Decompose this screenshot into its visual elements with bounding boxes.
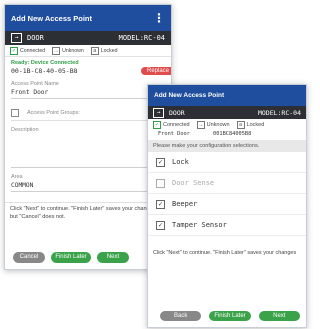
window2-titlebar: Add New Access Point — [148, 85, 306, 106]
option-tamper-sensor[interactable]: ✓ Tamper Sensor — [148, 215, 306, 236]
option-beeper[interactable]: ✓ Beeper — [148, 194, 306, 215]
device-bar-2: → DOOR MODEL:RC-04 — [148, 106, 306, 119]
groups-label: Access Point Groups: — [27, 110, 80, 116]
finish-later-button-2[interactable]: Finish Later — [209, 311, 251, 321]
door-info-row: Front Door 001BC84005B8 — [148, 130, 306, 138]
connected-icon: ✓ — [10, 46, 18, 55]
connected-icon: ✓ — [153, 120, 161, 129]
add-access-point-window-step2: Add New Access Point → DOOR MODEL:RC-04 … — [147, 84, 307, 328]
more-options-icon[interactable]: ⋮ — [153, 12, 165, 24]
unknown-icon: → — [52, 46, 61, 55]
option-lock[interactable]: ✓ Lock — [148, 152, 306, 173]
checkbox-checked-icon[interactable]: ✓ — [156, 199, 165, 209]
connected-label: Connected — [20, 47, 46, 54]
locked-label-2: Locked — [246, 121, 265, 128]
door-name: Front Door — [158, 131, 190, 137]
connected-label-2: Connected — [163, 121, 190, 128]
back-button[interactable]: Back — [160, 311, 202, 321]
device-status-row-2: ✓ Connected → Unknown a Locked — [148, 119, 306, 130]
device-model-2: MODEL:RC-04 — [257, 108, 301, 117]
window1-title: Add New Access Point — [11, 13, 92, 23]
device-model: MODEL:RC-04 — [118, 34, 165, 42]
door-icon: → — [153, 107, 164, 118]
finish-later-button[interactable]: Finish Later — [51, 252, 91, 263]
door-icon: → — [11, 33, 22, 43]
lock-icon: a — [90, 46, 99, 55]
groups-checkbox[interactable] — [11, 109, 19, 117]
access-point-name-input[interactable]: Front Door — [11, 89, 165, 99]
option-label: Tamper Sensor — [172, 221, 227, 229]
option-label: Beeper — [172, 200, 198, 208]
device-bar: → DOOR MODEL:RC-04 — [5, 31, 171, 45]
option-label: Door Sense — [172, 179, 215, 187]
window2-title: Add New Access Point — [154, 92, 225, 99]
device-status-row: ✓ Connected → Unknown a Locked — [5, 45, 171, 57]
checkbox-checked-icon[interactable]: ✓ — [156, 220, 165, 230]
area-label: Area — [11, 174, 23, 180]
checkbox-checked-icon[interactable]: ✓ — [156, 157, 165, 167]
lock-icon: a — [236, 120, 245, 129]
checkbox-unchecked-icon[interactable] — [156, 178, 165, 188]
configuration-instructions: Please make your configuration selection… — [148, 140, 306, 152]
window2-hint: Click "Next" to continue. "Finish Later"… — [153, 250, 297, 256]
options-list: ✓ Lock Door Sense ✓ Beeper ✓ Tamper Sens… — [148, 152, 306, 236]
ready-status: Ready: Device Connected — [11, 60, 79, 66]
window1-titlebar: Add New Access Point ⋮ — [5, 5, 171, 31]
description-input[interactable] — [11, 133, 165, 168]
next-button-2[interactable]: Next — [258, 311, 300, 321]
cancel-button[interactable]: Cancel — [13, 252, 45, 263]
unknown-label: Unknown — [62, 47, 84, 54]
option-door-sense[interactable]: Door Sense — [148, 173, 306, 194]
device-name-2: DOOR — [169, 108, 185, 117]
device-name: DOOR — [27, 34, 44, 42]
unknown-icon: → — [196, 120, 205, 129]
unknown-label-2: Unknown — [206, 121, 230, 128]
mac-address: 00-1B-C8-40-05-B8 — [11, 67, 78, 75]
name-field-label: Access Point Name — [11, 81, 59, 87]
area-select[interactable]: COMMON ▾ — [11, 182, 165, 192]
replace-button[interactable]: Replace — [140, 67, 171, 75]
locked-label: Locked — [100, 47, 118, 54]
door-mac: 001BC84005B8 — [213, 131, 252, 137]
next-button[interactable]: Next — [97, 252, 129, 263]
groups-row[interactable]: Access Point Groups: 0 ⌄ — [11, 109, 165, 121]
option-label: Lock — [172, 158, 189, 166]
area-value: COMMON — [11, 182, 34, 189]
